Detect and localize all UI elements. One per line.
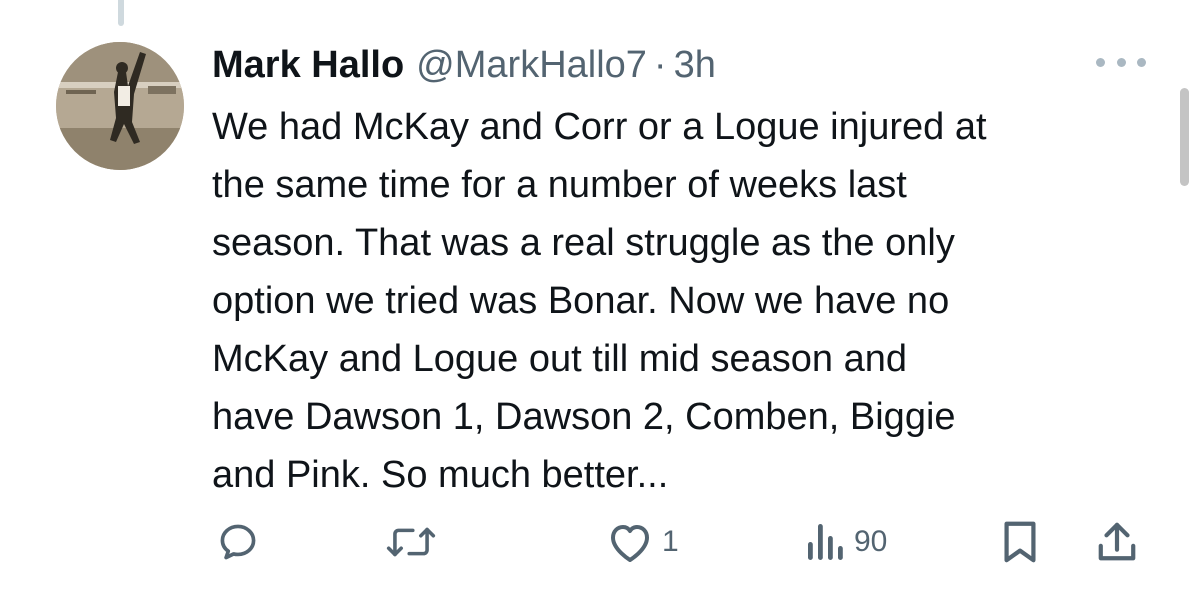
tweet-timestamp[interactable]: 3h xyxy=(674,40,716,90)
reply-icon xyxy=(220,524,256,560)
tweet-header: Mark Hallo @MarkHallo7 · 3h xyxy=(212,40,716,90)
avatar[interactable] xyxy=(56,42,184,170)
more-dot-icon xyxy=(1116,57,1126,67)
share-button[interactable] xyxy=(1096,510,1138,574)
views-button[interactable]: 90 xyxy=(806,510,887,574)
retweet-button[interactable] xyxy=(386,510,436,574)
tweet-text-line: option we tried was Bonar. Now we have n… xyxy=(212,280,950,322)
bookmark-button[interactable] xyxy=(1000,510,1040,574)
share-icon xyxy=(1098,522,1136,561)
author-name[interactable]: Mark Hallo xyxy=(212,40,404,90)
tweet-text-line: have Dawson 1, Dawson 2, Comben, Biggie xyxy=(212,396,956,438)
views-icon xyxy=(808,524,843,560)
tweet-text-line: and Pink. So much better... xyxy=(212,454,669,496)
tweet-action-bar: 1 90 xyxy=(0,510,1200,574)
like-count: 1 xyxy=(662,525,679,558)
thread-connector-line xyxy=(118,0,124,26)
scrollbar[interactable] xyxy=(1180,88,1189,186)
tweet-text-line: McKay and Logue out till mid season and xyxy=(212,338,907,380)
retweet-icon xyxy=(386,527,436,557)
views-count: 90 xyxy=(854,525,888,558)
tweet-text-line: the same time for a number of weeks last xyxy=(212,164,907,206)
author-handle[interactable]: @MarkHallo7 xyxy=(416,40,647,90)
like-button[interactable]: 1 xyxy=(606,510,679,574)
more-dot-icon xyxy=(1096,57,1105,67)
tweet-text-line: We had McKay and Corr or a Logue injured… xyxy=(212,106,987,148)
tweet-text-line: season. That was a real struggle as the … xyxy=(212,222,955,264)
header-separator: · xyxy=(653,44,667,86)
avatar-photo xyxy=(56,42,184,170)
heart-icon xyxy=(611,525,649,562)
more-options-button[interactable] xyxy=(1096,52,1146,72)
bookmark-icon xyxy=(1004,521,1036,563)
tweet-text: We had McKay and Corr or a Logue injured… xyxy=(212,98,1172,504)
reply-button[interactable] xyxy=(216,510,260,574)
more-dot-icon xyxy=(1137,57,1146,67)
